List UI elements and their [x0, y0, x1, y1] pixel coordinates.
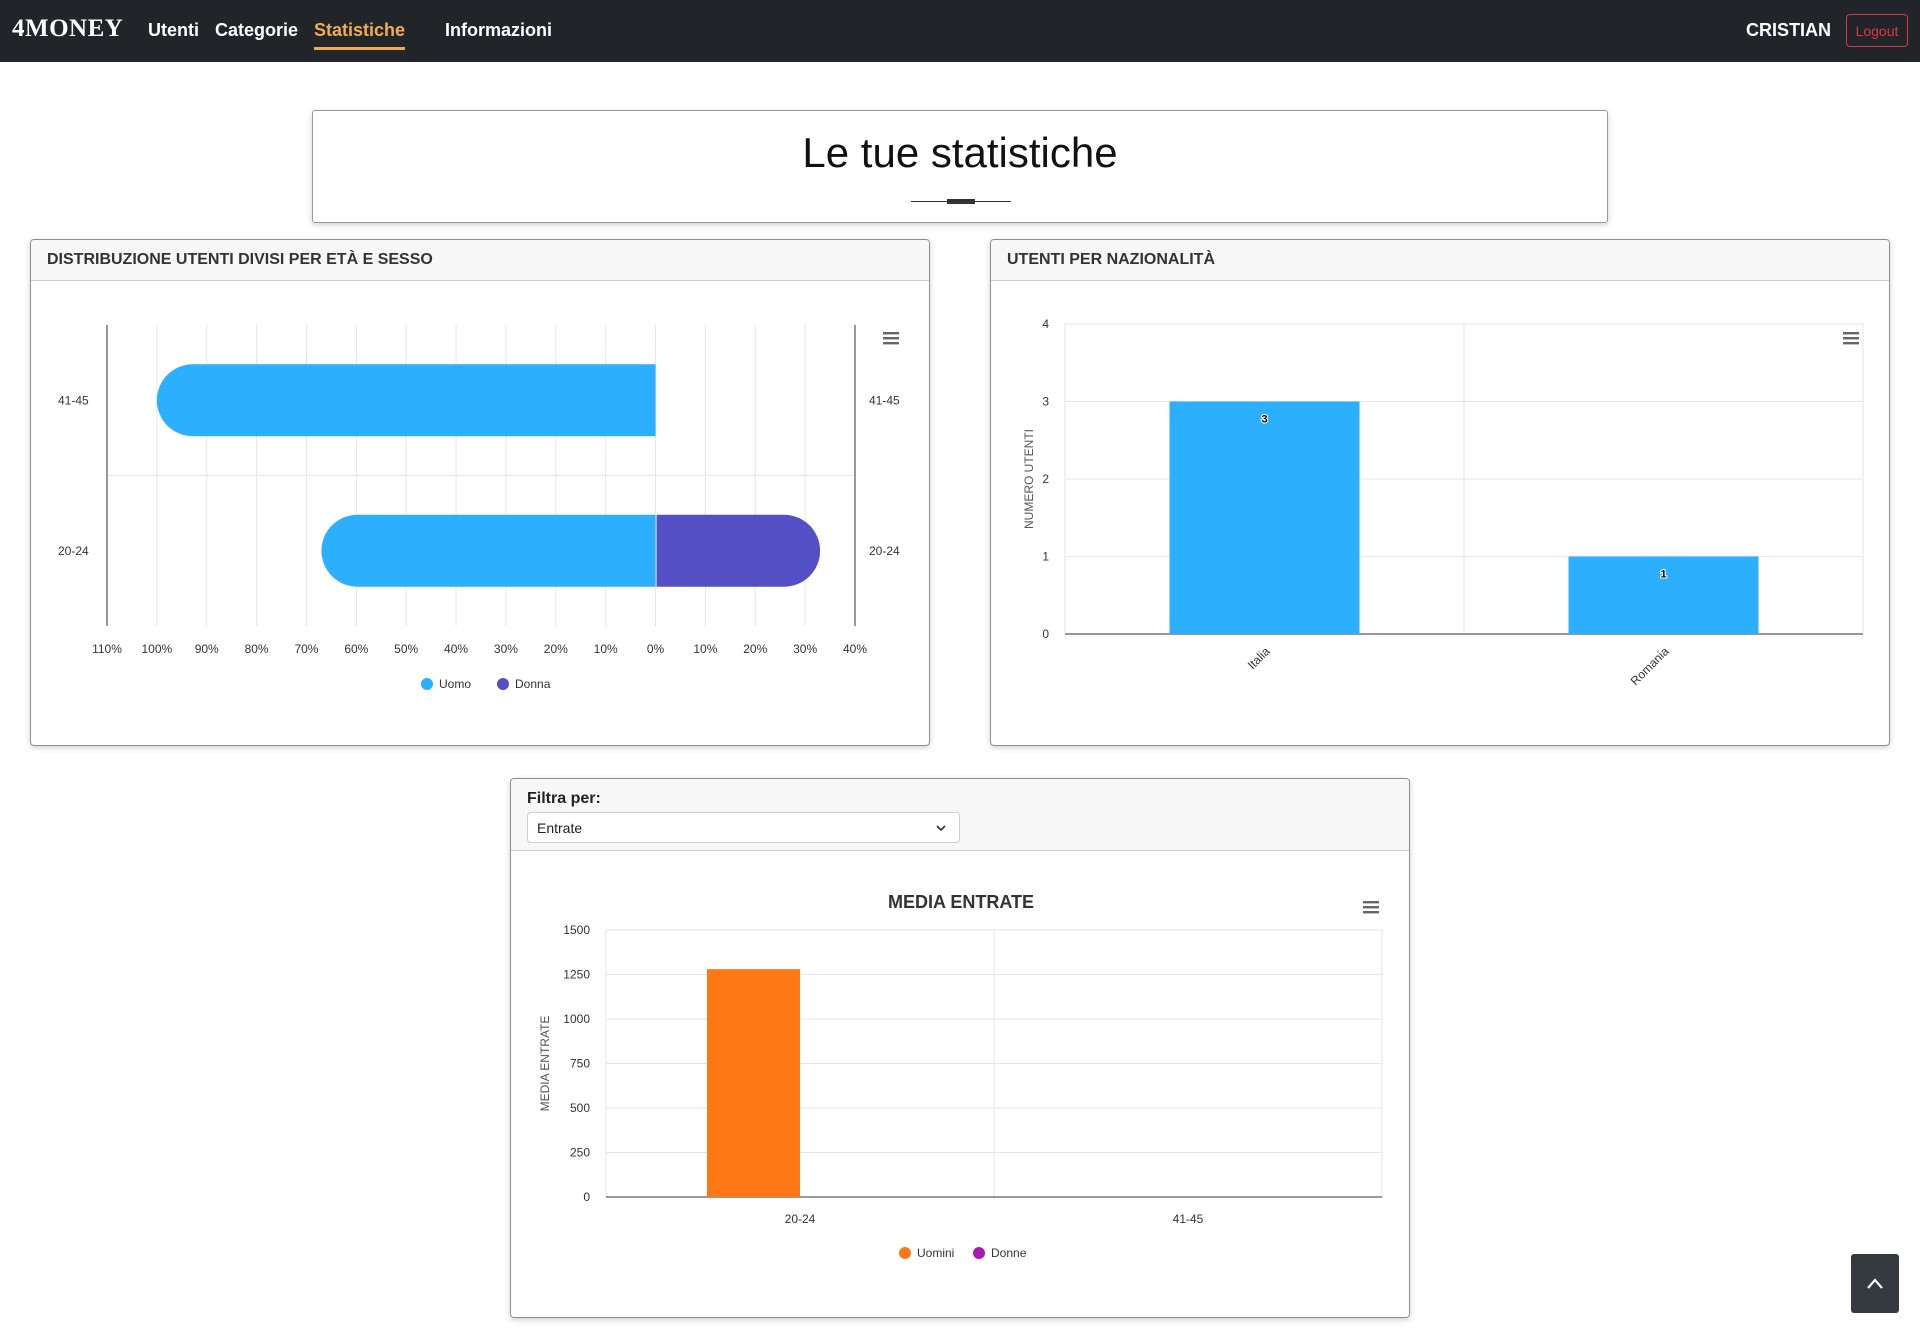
- x-tick-label: 20%: [743, 642, 767, 656]
- x-tick-label: 30%: [793, 642, 817, 656]
- y-tick-label: 3: [1042, 395, 1049, 409]
- age-gender-chart-card: DISTRIBUZIONE UTENTI DIVISI PER ETÀ E SE…: [30, 239, 930, 746]
- navbar: 4MONEY Utenti Categorie Statistiche Info…: [0, 0, 1920, 62]
- legend-marker: [421, 678, 433, 690]
- y-tick-label: 500: [570, 1101, 590, 1115]
- legend-label: Donna: [515, 677, 551, 691]
- x-tick-label: 20%: [544, 642, 568, 656]
- x-category-label: Romania: [1628, 644, 1672, 688]
- legend-marker: [497, 678, 509, 690]
- y-tick-label: 750: [570, 1057, 590, 1071]
- scroll-to-top-button[interactable]: [1851, 1254, 1899, 1313]
- y-tick-label: 0: [583, 1190, 590, 1204]
- data-label: 1: [1660, 569, 1666, 581]
- x-tick-label: 90%: [195, 642, 219, 656]
- x-tick-label: 10%: [693, 642, 717, 656]
- x-tick-label: 80%: [245, 642, 269, 656]
- y-axis-title: MEDIA ENTRATE: [538, 1016, 552, 1112]
- legend-label: Donne: [991, 1246, 1027, 1260]
- x-category-label: 41-45: [1173, 1212, 1204, 1226]
- legend-marker: [973, 1247, 985, 1259]
- menu-icon-line: [1363, 911, 1379, 914]
- bar-donna: [656, 514, 821, 587]
- income-chart-card: Filtra per: Entrate MEDIA ENTRATE 0 250 500…: [510, 778, 1410, 1318]
- bar-uomini: [707, 969, 800, 1197]
- nav-link-informazioni[interactable]: Informazioni: [445, 20, 552, 41]
- income-chart: MEDIA ENTRATE 0 250 500 750 1000 1250 1500 MEDIA…: [538, 892, 1383, 1260]
- x-tick-label: 50%: [394, 642, 418, 656]
- x-tick-label: 10%: [594, 642, 618, 656]
- title-card: Le tue statistiche: [312, 110, 1608, 223]
- nav-link-utenti[interactable]: Utenti: [148, 20, 199, 41]
- y-tick-label: 1000: [563, 1012, 590, 1026]
- title-divider: [911, 199, 1011, 205]
- x-category-label: Italia: [1245, 644, 1273, 672]
- active-nav-indicator: [314, 47, 405, 50]
- legend-label: Uomini: [917, 1246, 954, 1260]
- y-tick-label: 1500: [563, 923, 590, 937]
- bar-uomo: [156, 364, 656, 437]
- y-tick-label: 1: [1042, 550, 1049, 564]
- nav-link-categorie[interactable]: Categorie: [215, 20, 298, 41]
- x-tick-label: 100%: [142, 642, 173, 656]
- nav-link-statistiche[interactable]: Statistiche: [314, 20, 405, 41]
- age-gender-chart: 110% 100% 90% 80% 70% 60% 50% 40% 30% 20% 10% 0% 10%…: [58, 325, 900, 691]
- y-tick-label: 250: [570, 1146, 590, 1160]
- x-tick-label: 0%: [647, 642, 665, 656]
- menu-icon-line: [883, 337, 899, 340]
- y-category-label-right: 20-24: [869, 544, 900, 558]
- y-category-label-right: 41-45: [869, 393, 900, 407]
- y-category-label: 41-45: [58, 393, 89, 407]
- x-category-label: 20-24: [785, 1212, 816, 1226]
- menu-icon-line: [1843, 337, 1859, 340]
- y-tick-label: 0: [1042, 627, 1049, 641]
- x-tick-label: 110%: [92, 642, 122, 656]
- brand-logo[interactable]: 4MONEY: [12, 15, 123, 43]
- menu-icon-line: [1843, 332, 1859, 335]
- menu-icon-line: [883, 342, 899, 345]
- data-label: 3: [1261, 414, 1267, 426]
- logout-button[interactable]: Logout: [1846, 14, 1908, 47]
- legend-marker: [899, 1247, 911, 1259]
- menu-icon-line: [1363, 901, 1379, 904]
- user-name: CRISTIAN: [1746, 20, 1831, 40]
- x-tick-label: 60%: [344, 642, 368, 656]
- y-tick-label: 1250: [563, 968, 590, 982]
- chevron-up-icon: [1867, 1278, 1883, 1289]
- menu-icon-line: [1843, 342, 1859, 345]
- page-title: Le tue statistiche: [802, 129, 1118, 176]
- y-tick-label: 2: [1042, 472, 1049, 486]
- chart-title: MEDIA ENTRATE: [888, 892, 1034, 912]
- y-tick-label: 4: [1042, 317, 1049, 331]
- menu-icon-line: [883, 332, 899, 335]
- bar-uomo: [321, 514, 656, 587]
- x-tick-label: 30%: [494, 642, 518, 656]
- x-tick-label: 40%: [444, 642, 468, 656]
- x-tick-label: 70%: [294, 642, 318, 656]
- y-axis-title: NUMERO UTENTI: [1022, 429, 1036, 529]
- nationality-chart: 0 1 2 3 4 NUMERO UTENTI 3 Italia 1 Romania: [1022, 317, 1864, 688]
- menu-icon-line: [1363, 906, 1379, 909]
- nationality-chart-card: UTENTI PER NAZIONALITÀ 0 1 2 3 4 NUMERO UTENT…: [990, 239, 1890, 746]
- bar-italia: [1169, 401, 1360, 634]
- legend-label: Uomo: [439, 677, 471, 691]
- x-tick-label: 40%: [843, 642, 867, 656]
- y-category-label: 20-24: [58, 544, 89, 558]
